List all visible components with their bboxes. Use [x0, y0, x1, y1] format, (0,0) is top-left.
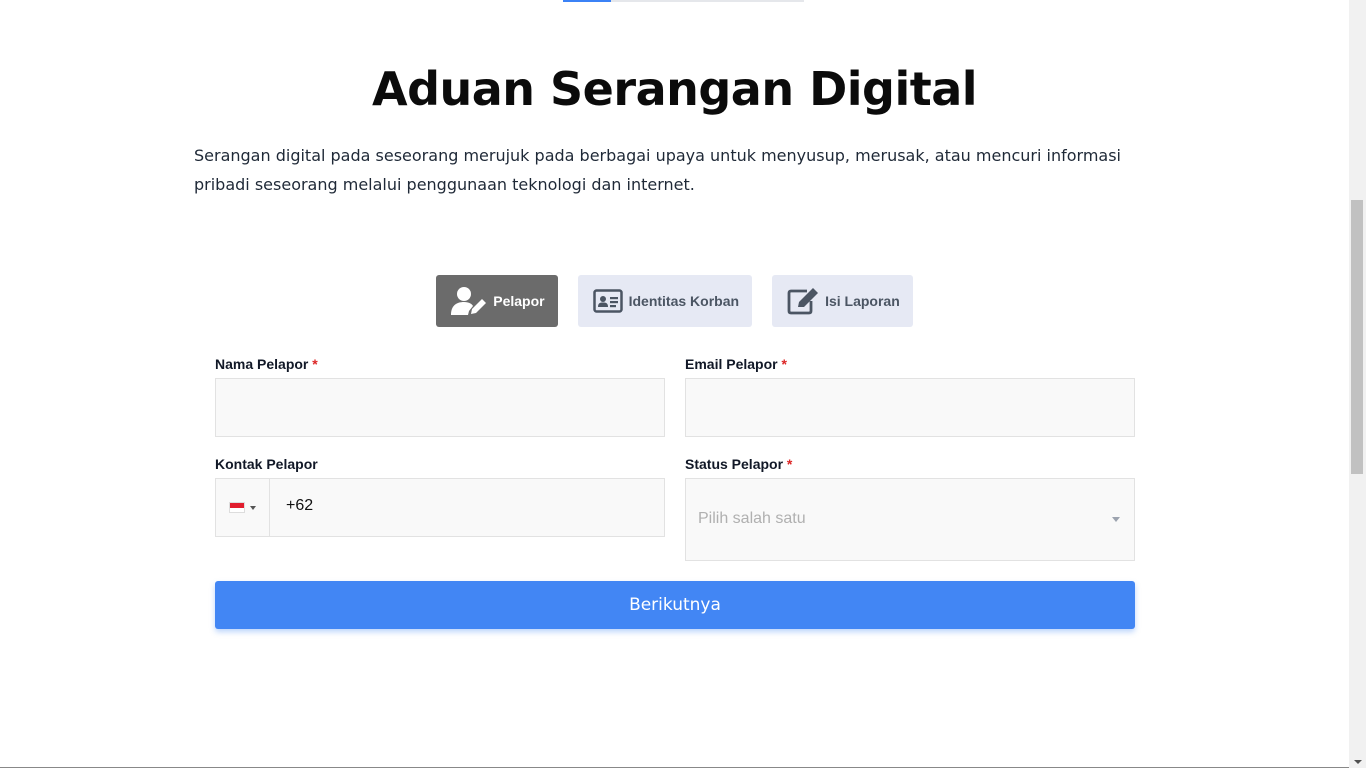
- indonesia-flag-icon: [228, 502, 245, 513]
- form-steps: Pelapor Identitas Korban Isi Laporan: [0, 275, 1349, 327]
- chevron-down-icon: [1112, 517, 1120, 522]
- email-pelapor-label: Email Pelapor *: [685, 356, 787, 372]
- tab-pelapor-label: Pelapor: [493, 293, 545, 309]
- required-mark: *: [781, 356, 787, 372]
- email-pelapor-input[interactable]: [685, 378, 1135, 437]
- tab-identitas-korban[interactable]: Identitas Korban: [577, 275, 753, 327]
- scrollbar[interactable]: [1349, 0, 1366, 768]
- status-pelapor-placeholder: Pilih salah satu: [698, 510, 806, 527]
- status-pelapor-label: Status Pelapor *: [685, 456, 792, 472]
- next-button[interactable]: Berikutnya: [215, 581, 1135, 629]
- status-pelapor-label-text: Status Pelapor: [685, 456, 784, 472]
- edit-icon: [787, 287, 819, 315]
- phone-value: +62: [286, 497, 314, 514]
- required-mark: *: [312, 356, 318, 372]
- user-edit-icon: [451, 286, 487, 316]
- page-description: Serangan digital pada seseorang merujuk …: [194, 146, 1121, 194]
- kontak-pelapor-input[interactable]: [215, 478, 665, 537]
- chevron-down-icon: [249, 505, 256, 510]
- tab-isi-laporan-label: Isi Laporan: [825, 293, 900, 309]
- nama-pelapor-label-text: Nama Pelapor: [215, 356, 309, 372]
- nama-pelapor-input[interactable]: [215, 378, 665, 437]
- tab-identitas-korban-label: Identitas Korban: [628, 293, 740, 309]
- country-code-selector[interactable]: [215, 478, 270, 537]
- email-pelapor-label-text: Email Pelapor: [685, 356, 778, 372]
- kontak-pelapor-label: Kontak Pelapor: [215, 456, 318, 472]
- scroll-down-icon[interactable]: [1354, 760, 1362, 764]
- id-card-icon: [592, 289, 623, 313]
- kontak-pelapor-label-text: Kontak Pelapor: [215, 456, 318, 472]
- nama-pelapor-label: Nama Pelapor *: [215, 356, 318, 372]
- required-mark: *: [786, 456, 793, 472]
- tab-pelapor[interactable]: Pelapor: [436, 275, 558, 327]
- scrollbar-thumb[interactable]: [1351, 200, 1363, 474]
- progress-indicator-active: [563, 0, 611, 2]
- tab-isi-laporan[interactable]: Isi Laporan: [772, 275, 913, 327]
- progress-indicator: [563, 0, 804, 2]
- page-title: Aduan Serangan Digital: [371, 62, 978, 116]
